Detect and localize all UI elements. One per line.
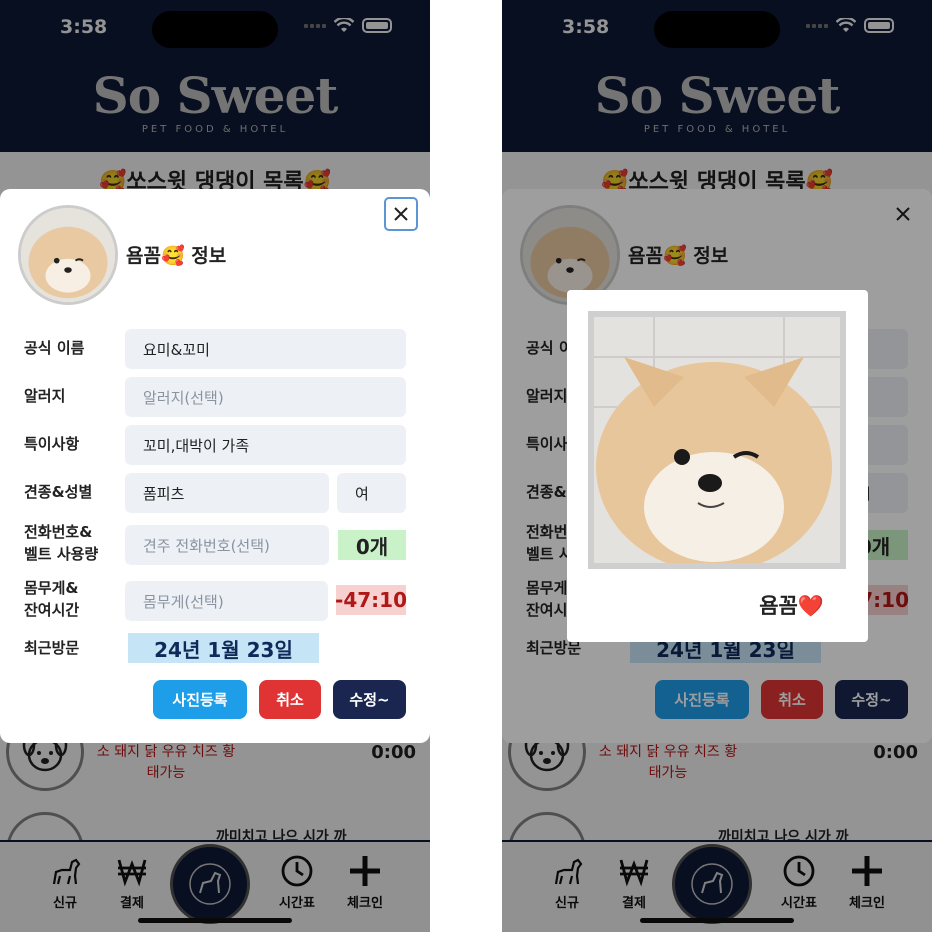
photo-register-button[interactable]: 사진등록 xyxy=(153,680,247,719)
remaining-time-badge: -47:10 xyxy=(335,585,407,615)
phone-belt-label: 전화번호& 벨트 사용량 xyxy=(24,521,98,565)
breed-input[interactable]: 폼피츠 xyxy=(125,473,329,513)
breed-gender-label: 견종&성별 xyxy=(24,483,93,501)
official-name-label: 공식 이름 xyxy=(24,339,85,357)
dog-profile-photo[interactable] xyxy=(18,205,118,305)
pomeranian-photo xyxy=(21,208,115,302)
allergy-label: 알러지 xyxy=(24,387,66,405)
dog-info-modal: 욤꼼🥰 정보 공식 이름 요미&꼬미 알러지 알러지(선택) 특이사항 꼬미,대… xyxy=(0,189,430,743)
photo-popup: 욤꼼❤️ xyxy=(567,290,868,642)
close-icon xyxy=(394,207,408,221)
photo-frame xyxy=(588,311,846,572)
weight-input[interactable]: 몸무게(선택) xyxy=(125,581,328,621)
official-name-input[interactable]: 요미&꼬미 xyxy=(125,329,406,369)
cancel-button[interactable]: 취소 xyxy=(259,680,321,719)
belt-usage-badge: 0개 xyxy=(338,530,406,560)
last-visit-label: 최근방문 xyxy=(24,639,80,657)
weight-time-label: 몸무게& 잔여시간 xyxy=(24,577,79,621)
phone-label-line2: 벨트 사용량 xyxy=(24,545,99,563)
close-button[interactable] xyxy=(384,197,418,231)
modal-title: 욤꼼🥰 정보 xyxy=(126,245,227,267)
allergy-input[interactable]: 알러지(선택) xyxy=(125,377,406,417)
pomeranian-large-photo xyxy=(594,317,840,572)
weight-label-line2: 잔여시간 xyxy=(24,601,80,619)
weight-label-line1: 몸무게& xyxy=(24,579,79,597)
edit-button[interactable]: 수정~ xyxy=(333,680,406,719)
right-screen: 3:58 So Sweet PET FOOD & HOTEL 🥰쏘스윗 댕댕이 … xyxy=(502,0,932,932)
photo-caption: 욤꼼❤️ xyxy=(759,594,824,618)
last-visit-date[interactable]: 24년 1월 23일 xyxy=(128,633,319,663)
phone-label-line1: 전화번호& xyxy=(24,523,93,541)
left-screen: 3:58 So Sweet PET FOOD & HOTEL 🥰쏘스윗 댕댕이 … xyxy=(0,0,430,932)
phone-input[interactable]: 견주 전화번호(선택) xyxy=(125,525,329,565)
notes-label: 특이사항 xyxy=(24,435,80,453)
gender-input[interactable]: 여 xyxy=(337,473,406,513)
notes-input[interactable]: 꼬미,대박이 가족 xyxy=(125,425,406,465)
